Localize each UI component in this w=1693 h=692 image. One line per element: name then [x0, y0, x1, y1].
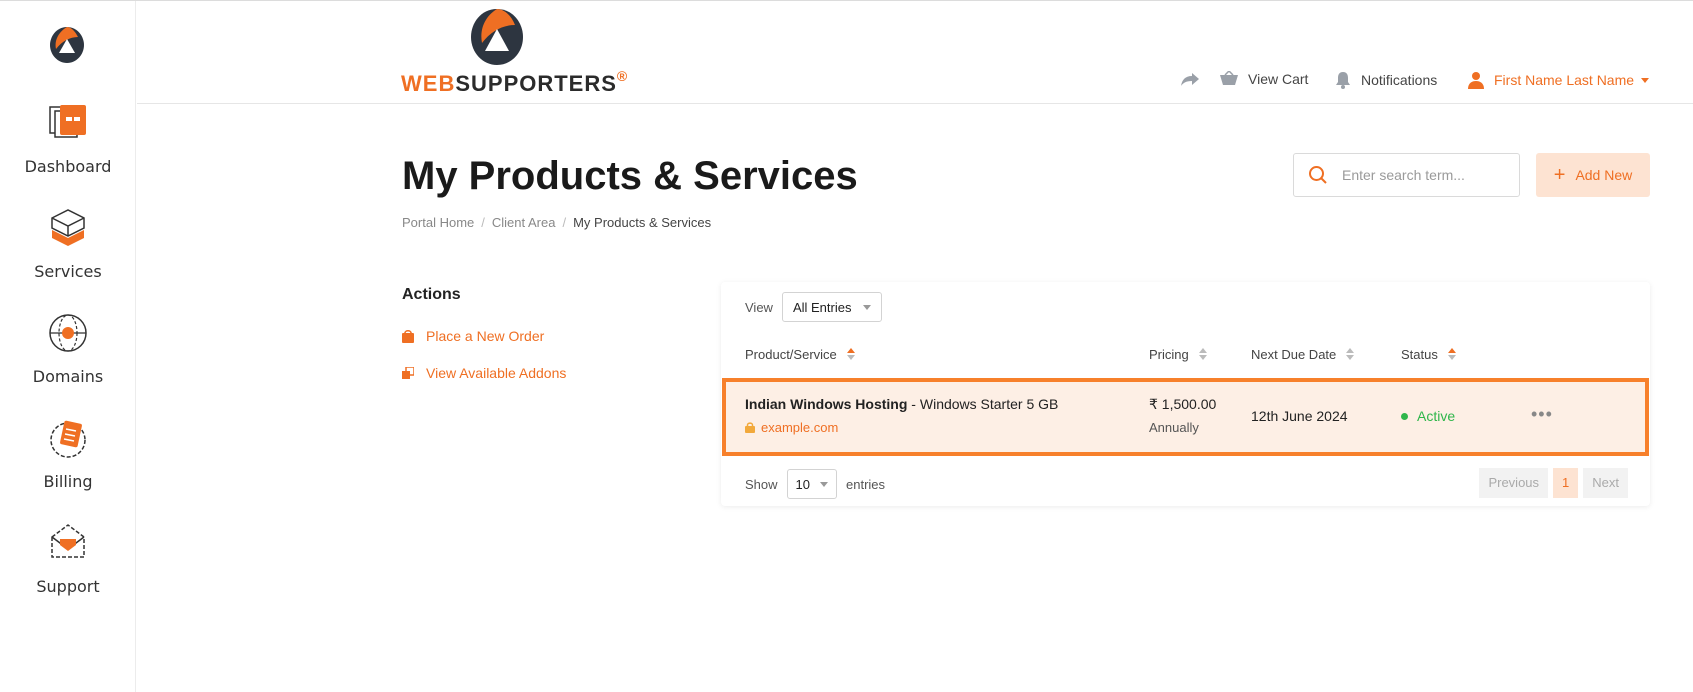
column-header-product[interactable]: Product/Service: [745, 347, 855, 362]
brand-wordmark: WEBSUPPORTERS®: [401, 68, 629, 97]
support-icon: [51, 524, 85, 558]
column-header-due-date[interactable]: Next Due Date: [1251, 347, 1355, 362]
pagination: Previous 1 Next: [1479, 468, 1628, 498]
billing-cycle: Annually: [1149, 420, 1199, 435]
column-header-label: Status: [1401, 347, 1438, 362]
lock-icon: [745, 422, 755, 433]
sidebar-item-services[interactable]: Services: [0, 204, 136, 281]
chevron-down-icon: [863, 304, 872, 310]
plus-icon: +: [1553, 164, 1566, 186]
notifications-label: Notifications: [1361, 72, 1438, 88]
page-size-value: 10: [795, 476, 810, 492]
view-cart-link[interactable]: View Cart: [1219, 71, 1308, 87]
view-filter: View All Entries: [745, 292, 883, 322]
user-name: First Name Last Name: [1494, 72, 1635, 88]
sidebar-item-domains[interactable]: Domains: [0, 309, 136, 386]
share-icon: [1181, 73, 1199, 86]
sidebar-item-label: Support: [36, 577, 100, 596]
domain-link[interactable]: example.com: [745, 420, 838, 435]
breadcrumb: Portal Home / Client Area / My Products …: [402, 215, 711, 230]
price-amount: ₹ 1,500.00: [1149, 396, 1217, 412]
services-icon: [51, 209, 85, 246]
globe-icon: [49, 314, 87, 352]
sort-icon: [846, 348, 855, 361]
user-menu[interactable]: First Name Last Name: [1467, 71, 1650, 89]
sort-icon: [1447, 348, 1456, 361]
search-input[interactable]: [1342, 167, 1502, 183]
breadcrumb-portal-home[interactable]: Portal Home: [402, 215, 474, 230]
dashboard-icon: [49, 105, 86, 138]
search-icon: [1309, 166, 1327, 184]
column-header-label: Product/Service: [745, 347, 837, 362]
product-cell: Indian Windows Hosting - Windows Starter…: [745, 396, 1058, 412]
status-label: Active: [1417, 408, 1456, 424]
column-header-status[interactable]: Status: [1401, 347, 1456, 362]
bell-icon: [1336, 72, 1350, 89]
sort-icon: [1198, 348, 1207, 361]
sidebar-item-dashboard[interactable]: Dashboard: [0, 99, 136, 176]
chevron-down-icon: [820, 481, 828, 487]
billing-icon: [50, 420, 86, 458]
top-header: WEBSUPPORTERS® View Cart Notifications F…: [137, 1, 1693, 104]
place-new-order-link[interactable]: Place a New Order: [402, 328, 544, 344]
share-button[interactable]: [1180, 71, 1209, 87]
sort-icon: [1346, 348, 1355, 361]
sidebar-item-billing[interactable]: Billing: [0, 414, 136, 491]
sidebar-item-support[interactable]: Support: [0, 519, 136, 596]
notifications-link[interactable]: Notifications: [1334, 71, 1437, 89]
page-title: My Products & Services: [402, 154, 858, 198]
brand-web: WEB: [401, 71, 456, 96]
page-size-select[interactable]: 10: [786, 469, 837, 499]
sidebar-item-label: Dashboard: [24, 157, 112, 176]
product-plan: - Windows Starter 5 GB: [907, 396, 1059, 412]
status-badge: Active: [1401, 408, 1455, 424]
show-label: Show: [745, 476, 778, 492]
status-dot-icon: [1401, 412, 1408, 420]
column-header-label: Pricing: [1149, 347, 1189, 362]
sidebar-item-label: Domains: [32, 367, 104, 386]
add-new-label: Add New: [1575, 167, 1633, 183]
breadcrumb-separator: /: [481, 215, 485, 230]
view-addons-link[interactable]: View Available Addons: [402, 365, 566, 381]
sidebar-item-label: Services: [34, 262, 102, 281]
domain-name: example.com: [761, 420, 839, 435]
brand-registered: ®: [616, 68, 629, 84]
addons-icon: [402, 367, 414, 379]
view-label: View: [745, 299, 773, 315]
user-icon: [1468, 72, 1484, 89]
services-table-card: View All Entries Product/Service Pricing…: [721, 282, 1650, 506]
breadcrumb-current: My Products & Services: [573, 215, 712, 230]
previous-page-button[interactable]: Previous: [1479, 468, 1549, 498]
more-options-icon[interactable]: •••: [1531, 404, 1553, 425]
column-header-label: Next Due Date: [1251, 347, 1337, 362]
view-filter-value: All Entries: [792, 299, 852, 315]
next-page-button[interactable]: Next: [1583, 468, 1628, 498]
breadcrumb-separator: /: [562, 215, 567, 230]
brand-supporters: SUPPORTERS: [455, 71, 617, 96]
search-box[interactable]: [1293, 153, 1520, 197]
sidebar: Dashboard Services Domains Billing Suppo…: [0, 1, 136, 692]
chevron-down-icon: [1641, 77, 1650, 83]
cart-icon: [1220, 71, 1238, 85]
breadcrumb-client-area[interactable]: Client Area: [492, 215, 556, 230]
page-1-button[interactable]: 1: [1553, 468, 1579, 498]
place-new-order-label: Place a New Order: [426, 328, 545, 344]
sidebar-item-label: Billing: [43, 472, 93, 491]
page-size-control: Show 10 entries: [745, 469, 885, 499]
entries-label: entries: [846, 476, 886, 492]
table-row[interactable]: Indian Windows Hosting - Windows Starter…: [722, 378, 1649, 456]
actions-title: Actions: [402, 286, 461, 303]
view-filter-select[interactable]: All Entries: [781, 292, 883, 322]
product-name: Indian Windows Hosting: [745, 396, 908, 412]
logo-icon[interactable]: [44, 23, 90, 69]
cart-bag-icon: [402, 329, 414, 343]
main-content: WEBSUPPORTERS® View Cart Notifications F…: [137, 1, 1693, 692]
due-date: 12th June 2024: [1251, 408, 1348, 424]
view-addons-label: View Available Addons: [426, 365, 567, 381]
column-header-pricing[interactable]: Pricing: [1149, 347, 1207, 362]
view-cart-label: View Cart: [1248, 71, 1309, 87]
add-new-button[interactable]: + Add New: [1536, 153, 1650, 197]
